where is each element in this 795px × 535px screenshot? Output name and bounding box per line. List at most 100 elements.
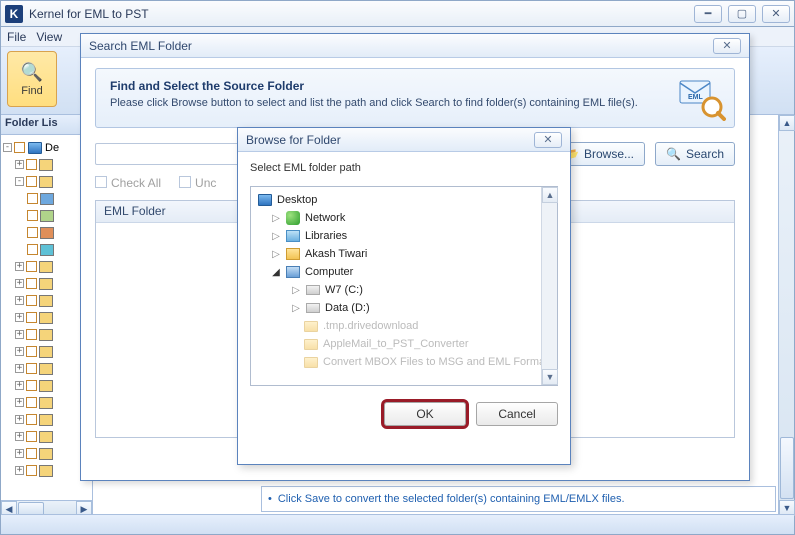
menu-file[interactable]: File	[7, 30, 26, 44]
item-icon	[40, 193, 54, 205]
expand-icon[interactable]: +	[15, 432, 24, 441]
hint-text: Click Save to convert the selected folde…	[278, 493, 625, 505]
search-button[interactable]: 🔍 Search	[655, 142, 735, 166]
folder-icon	[39, 465, 53, 477]
expand-icon[interactable]: +	[15, 347, 24, 356]
menu-view[interactable]: View	[36, 30, 62, 44]
node-data[interactable]: Data (D:)	[325, 302, 370, 314]
folder-icon	[303, 354, 319, 370]
maximize-button[interactable]: ▢	[728, 5, 756, 23]
folder-list-header: Folder Lis	[1, 115, 92, 135]
tree-checkbox[interactable]	[27, 227, 38, 238]
tree-checkbox[interactable]	[26, 295, 37, 306]
node-network[interactable]: Network	[305, 212, 345, 224]
node-convert[interactable]: Convert MBOX Files to MSG and EML Format…	[323, 356, 541, 368]
node-libraries[interactable]: Libraries	[305, 230, 347, 242]
expand-icon[interactable]: +	[15, 415, 24, 424]
hint-strip: • Click Save to convert the selected fol…	[261, 486, 776, 512]
cancel-button-label: Cancel	[498, 407, 535, 421]
expand-icon[interactable]: -	[15, 177, 24, 186]
folder-icon	[39, 346, 53, 358]
tree-checkbox[interactable]	[27, 210, 38, 221]
tree-checkbox[interactable]	[26, 363, 37, 374]
expand-icon[interactable]: +	[15, 313, 24, 322]
expand-icon[interactable]: ▷	[271, 249, 281, 260]
expand-icon[interactable]: +	[15, 449, 24, 458]
uncheckall-label: Unc	[195, 176, 216, 190]
browse-dialog-label: Select EML folder path	[250, 162, 558, 174]
folder-icon	[39, 380, 53, 392]
tree-checkbox[interactable]	[26, 278, 37, 289]
tree-checkbox[interactable]	[26, 448, 37, 459]
scroll-thumb[interactable]	[780, 437, 794, 499]
expand-icon[interactable]: ▷	[271, 213, 281, 224]
expand-icon[interactable]: +	[15, 398, 24, 407]
tree-checkbox[interactable]	[26, 261, 37, 272]
close-button[interactable]: ✕	[762, 5, 790, 23]
content-vscroll[interactable]: ▲ ▼	[778, 115, 794, 516]
browse-tree-container: Desktop ▷ Network ▷ Libraries ▷ Akash Tiwar…	[250, 186, 558, 386]
expand-icon[interactable]: +	[15, 296, 24, 305]
expand-icon[interactable]: +	[15, 466, 24, 475]
expand-icon[interactable]: ▷	[271, 231, 281, 242]
browse-button-label: Browse...	[584, 147, 634, 161]
expand-icon[interactable]: +	[15, 279, 24, 288]
tree-checkbox[interactable]	[27, 244, 38, 255]
expand-icon[interactable]: ▷	[291, 303, 301, 314]
find-button[interactable]: 🔍 Find	[7, 51, 57, 107]
main-titlebar: K Kernel for EML to PST ━ ▢ ✕	[1, 1, 794, 27]
browse-dialog-close-button[interactable]: ✕	[534, 132, 562, 148]
browse-tree-vscroll[interactable]: ▲ ▼	[541, 187, 557, 385]
tree-checkbox[interactable]	[26, 176, 37, 187]
node-apple[interactable]: AppleMail_to_PST_Converter	[323, 338, 469, 350]
bullet-icon: •	[268, 493, 272, 505]
expand-icon[interactable]: +	[15, 364, 24, 373]
search-dialog-header: Find and Select the Source Folder Please…	[95, 68, 735, 128]
tree-checkbox[interactable]	[26, 159, 37, 170]
browse-tree[interactable]: Desktop ▷ Network ▷ Libraries ▷ Akash Tiwar…	[251, 187, 541, 385]
tree-checkbox[interactable]	[26, 431, 37, 442]
cancel-button[interactable]: Cancel	[476, 402, 558, 426]
expand-icon[interactable]: +	[15, 160, 24, 169]
folder-icon	[39, 295, 53, 307]
libraries-icon	[285, 228, 301, 244]
tree-checkbox[interactable]	[26, 414, 37, 425]
folder-icon	[39, 363, 53, 375]
tree-checkbox[interactable]	[27, 193, 38, 204]
search-dialog-close-button[interactable]: ✕	[713, 38, 741, 54]
folder-icon	[39, 448, 53, 460]
folder-tree[interactable]: -De + - + + + + + + + + + + + + +	[1, 135, 92, 500]
minimize-button[interactable]: ━	[694, 5, 722, 23]
tree-checkbox[interactable]	[26, 380, 37, 391]
scroll-up-icon[interactable]: ▲	[779, 115, 795, 131]
folder-icon	[39, 159, 53, 171]
folder-icon	[39, 176, 53, 188]
expand-icon[interactable]: -	[3, 143, 12, 152]
tree-checkbox[interactable]	[26, 312, 37, 323]
checkall-checkbox[interactable]	[95, 176, 107, 188]
tree-checkbox[interactable]	[26, 397, 37, 408]
scroll-down-icon[interactable]: ▼	[542, 369, 558, 385]
node-user[interactable]: Akash Tiwari	[305, 248, 367, 260]
expand-icon[interactable]: +	[15, 262, 24, 271]
tree-checkbox[interactable]	[14, 142, 25, 153]
expand-icon[interactable]: +	[15, 381, 24, 390]
node-computer[interactable]: Computer	[305, 266, 353, 278]
tree-checkbox[interactable]	[26, 465, 37, 476]
expand-icon[interactable]: +	[15, 330, 24, 339]
browse-folder-dialog: Browse for Folder ✕ Select EML folder pa…	[237, 127, 571, 465]
uncheckall-checkbox[interactable]	[179, 176, 191, 188]
node-desktop[interactable]: Desktop	[277, 194, 317, 206]
scroll-up-icon[interactable]: ▲	[542, 187, 558, 203]
node-w7[interactable]: W7 (C:)	[325, 284, 363, 296]
magnifier-icon: 🔍	[21, 61, 43, 83]
folder-icon	[39, 397, 53, 409]
user-folder-icon	[285, 246, 301, 262]
svg-text:EML: EML	[688, 94, 704, 101]
collapse-icon[interactable]: ◢	[271, 267, 281, 278]
tree-checkbox[interactable]	[26, 346, 37, 357]
ok-button[interactable]: OK	[384, 402, 466, 426]
expand-icon[interactable]: ▷	[291, 285, 301, 296]
node-tmp[interactable]: .tmp.drivedownload	[323, 320, 418, 332]
tree-checkbox[interactable]	[26, 329, 37, 340]
